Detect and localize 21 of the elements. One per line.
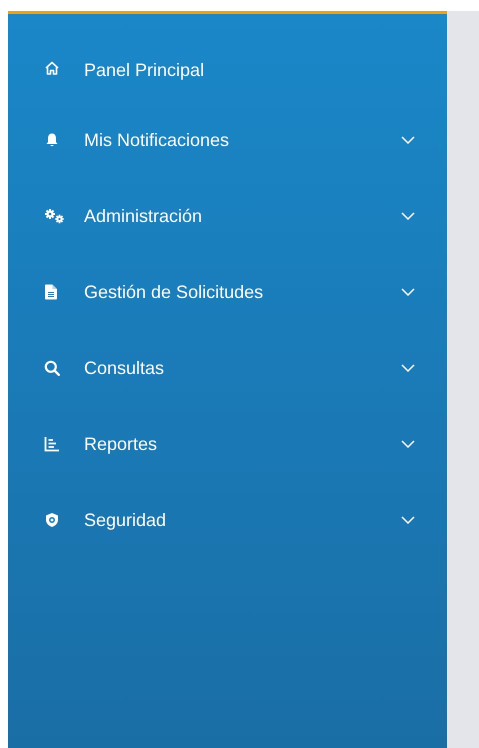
chart-icon bbox=[44, 436, 60, 452]
gears-icon bbox=[44, 208, 66, 224]
menu-item[interactable]: Administración bbox=[8, 178, 447, 254]
menu-label: Consultas bbox=[84, 358, 166, 378]
home-icon bbox=[44, 60, 60, 76]
shield-icon bbox=[44, 512, 60, 528]
menu-label: Gestión de Solicitudes bbox=[84, 282, 264, 302]
menu-label: Administración bbox=[84, 206, 204, 226]
menu-label: Panel Principal bbox=[84, 60, 206, 81]
bell-icon bbox=[44, 132, 60, 148]
menu-item[interactable]: Seguridad bbox=[8, 482, 447, 558]
menu-label: Mis Notificaciones bbox=[84, 130, 230, 150]
document-icon bbox=[44, 284, 58, 300]
menu-label: Reportes bbox=[84, 434, 158, 454]
menu-label: Seguridad bbox=[84, 510, 168, 530]
menu-item[interactable]: Panel Principal bbox=[8, 38, 447, 102]
menu-item[interactable]: Mis Notificaciones bbox=[8, 102, 447, 178]
search-icon bbox=[44, 360, 60, 376]
menu-item[interactable]: Reportes bbox=[8, 406, 447, 482]
menu-item[interactable]: Gestión de Solicitudes bbox=[8, 254, 447, 330]
menu-item[interactable]: Consultas bbox=[8, 330, 447, 406]
